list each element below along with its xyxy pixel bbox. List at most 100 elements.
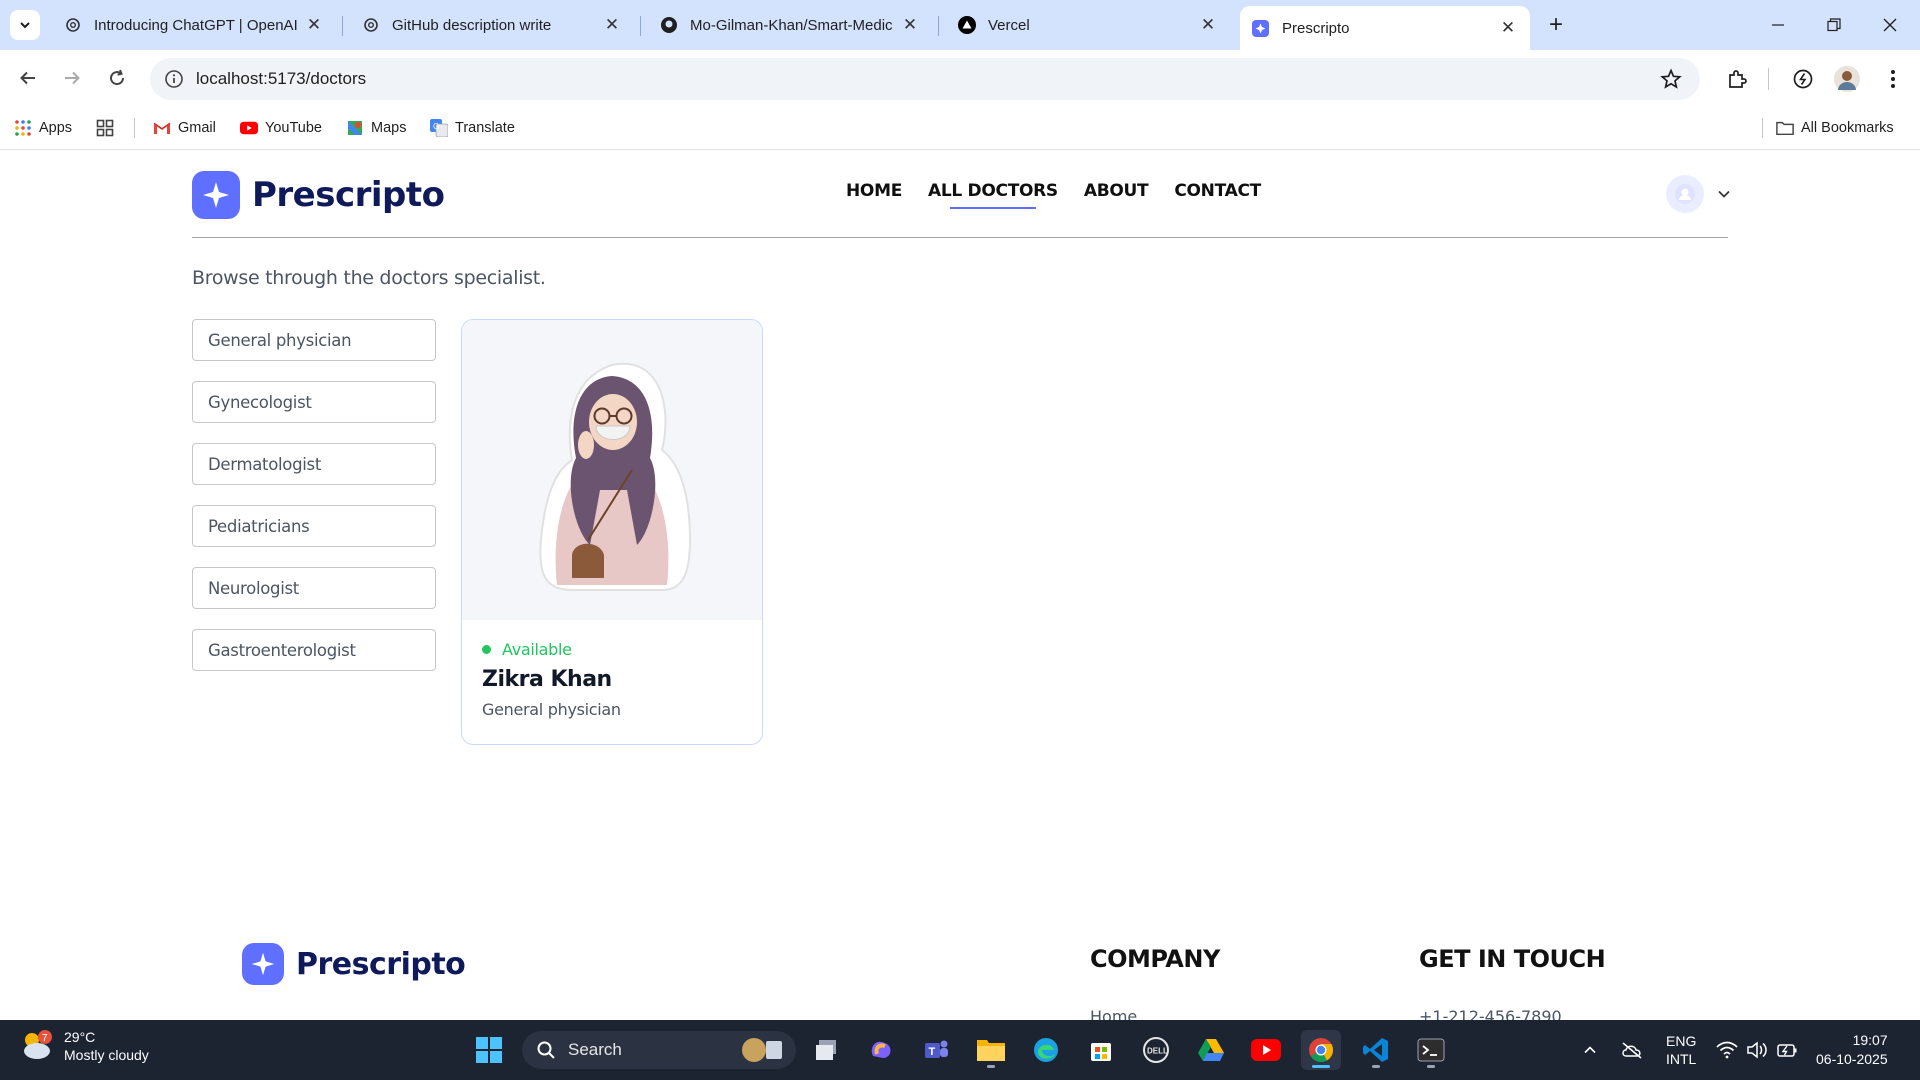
weather-widget[interactable]: 7 29°C Mostly cloudy [18,1028,149,1064]
network-status[interactable] [1716,1020,1738,1080]
speciality-filter-neurologist[interactable]: Neurologist [192,567,436,609]
footer-brand-name: Prescripto [296,946,466,982]
new-tab-button[interactable]: + [1542,12,1570,40]
taskbar-store[interactable] [1081,1030,1121,1070]
close-tab-icon[interactable]: ✕ [900,15,920,35]
speciality-filter-pediatricians[interactable]: Pediatricians [192,505,436,547]
performance-button[interactable] [1790,66,1816,92]
nav-contact[interactable]: CONTACT [1174,181,1261,207]
battery-status[interactable] [1776,1020,1798,1080]
all-bookmarks-button[interactable]: All Bookmarks [1776,115,1894,141]
tab-chatgpt[interactable]: Introducing ChatGPT | OpenAI ✕ [52,6,336,44]
doctor-photo [462,320,762,620]
bookmark-maps[interactable]: Maps [346,115,406,141]
nav-about[interactable]: ABOUT [1084,181,1149,207]
system-clock[interactable]: 19:07 06-10-2025 [1816,1020,1888,1080]
forward-button[interactable] [56,62,88,94]
taskbar-youtube[interactable] [1246,1030,1286,1070]
bookmark-translate[interactable]: G Translate [430,115,515,141]
bookmark-star-icon[interactable] [1660,68,1682,90]
taskbar-edge[interactable] [1026,1030,1066,1070]
tab-github-description[interactable]: GitHub description write ✕ [350,6,634,44]
show-hidden-icons[interactable] [1582,1020,1598,1080]
bookmark-gmail[interactable]: Gmail [153,115,216,141]
taskbar-vscode[interactable] [1356,1030,1396,1070]
url-text[interactable]: localhost:5173/doctors [196,69,366,89]
main-navigation: HOME ALL DOCTORS ABOUT CONTACT [846,181,1261,209]
onedrive-status[interactable] [1620,1020,1644,1080]
taskbar-dell[interactable]: DELL [1136,1030,1176,1070]
close-window-button[interactable] [1870,8,1910,42]
nav-home[interactable]: HOME [846,181,902,207]
language-indicator[interactable]: ENG INTL [1666,1020,1696,1080]
close-tab-icon[interactable]: ✕ [1198,15,1218,35]
svg-text:DELL: DELL [1147,1047,1168,1056]
wifi-icon [1716,1041,1738,1059]
bookmark-label: Translate [455,120,515,136]
taskbar-google-drive[interactable] [1191,1030,1231,1070]
cloud-offline-icon [1622,1042,1642,1059]
reload-button[interactable] [101,62,133,94]
nav-all-doctors[interactable]: ALL DOCTORS [928,181,1058,209]
svg-text:G: G [433,122,439,131]
speciality-filter-gynecologist[interactable]: Gynecologist [192,381,436,423]
close-tab-icon[interactable]: ✕ [1498,18,1518,38]
taskbar-terminal[interactable] [1411,1030,1451,1070]
tab-vercel[interactable]: Vercel ✕ [946,6,1230,44]
tab-github-repo[interactable]: Mo-Gilman-Khan/Smart-Medic ✕ [648,6,932,44]
search-highlight-icon [742,1038,782,1062]
terminal-icon [1417,1038,1445,1062]
minimize-icon [1772,24,1784,26]
profile-avatar-button[interactable] [1834,66,1860,92]
bookmark-apps[interactable]: Apps [14,115,72,141]
copilot-icon [871,1041,891,1058]
speciality-filter-general-physician[interactable]: General physician [192,319,436,361]
user-menu[interactable] [1666,175,1732,213]
openai-icon [64,16,82,34]
site-logo[interactable]: Prescripto [192,171,445,219]
volume-status[interactable] [1746,1020,1768,1080]
speciality-filter-dermatologist[interactable]: Dermatologist [192,443,436,485]
taskbar-chrome[interactable] [1301,1030,1341,1070]
folder-icon [1776,119,1794,137]
weather-badge: 7 [42,1033,48,1044]
speaker-icon [1747,1041,1767,1059]
start-button[interactable] [469,1030,509,1070]
close-tab-icon[interactable]: ✕ [304,15,324,35]
taskbar-task-view[interactable] [806,1030,846,1070]
bookmark-youtube[interactable]: YouTube [240,115,322,141]
vscode-icon [1363,1038,1388,1062]
tab-search-button[interactable] [10,10,40,40]
extensions-button[interactable] [1724,66,1750,92]
tab-groups-button[interactable] [96,115,121,141]
more-vertical-icon [1891,70,1895,88]
taskbar-teams[interactable]: T [916,1030,956,1070]
forward-arrow-icon [65,71,80,85]
close-tab-icon[interactable]: ✕ [602,15,622,35]
tab-separator [938,16,939,36]
footer-logo[interactable]: Prescripto [242,943,466,985]
doctor-card[interactable]: Available Zikra Khan General physician [461,319,763,745]
taskbar-search[interactable]: Search [522,1031,796,1069]
translate-icon: G [430,119,448,137]
speciality-filter-gastroenterologist[interactable]: Gastroenterologist [192,629,436,671]
back-button[interactable] [12,62,44,94]
header-divider [192,237,1728,238]
taskbar-copilot[interactable] [861,1030,901,1070]
tab-prescripto[interactable]: Prescripto ✕ [1240,6,1530,50]
taskbar-file-explorer[interactable] [971,1030,1011,1070]
page-heading: Browse through the doctors specialist. [192,267,546,289]
prescripto-logo-icon [242,943,284,985]
back-arrow-icon [20,71,35,85]
chevron-down-icon[interactable] [1716,186,1732,202]
tab-separator [640,16,641,36]
restore-button[interactable] [1814,8,1854,42]
tab-title: Vercel [988,16,1030,34]
google-drive-icon [1198,1039,1224,1061]
site-info-icon[interactable] [164,69,184,89]
avatar[interactable] [1666,175,1704,213]
address-bar[interactable]: localhost:5173/doctors [150,58,1700,100]
minimize-button[interactable] [1758,8,1798,42]
browser-menu-button[interactable] [1880,66,1906,92]
doctor-speciality: General physician [482,700,621,719]
